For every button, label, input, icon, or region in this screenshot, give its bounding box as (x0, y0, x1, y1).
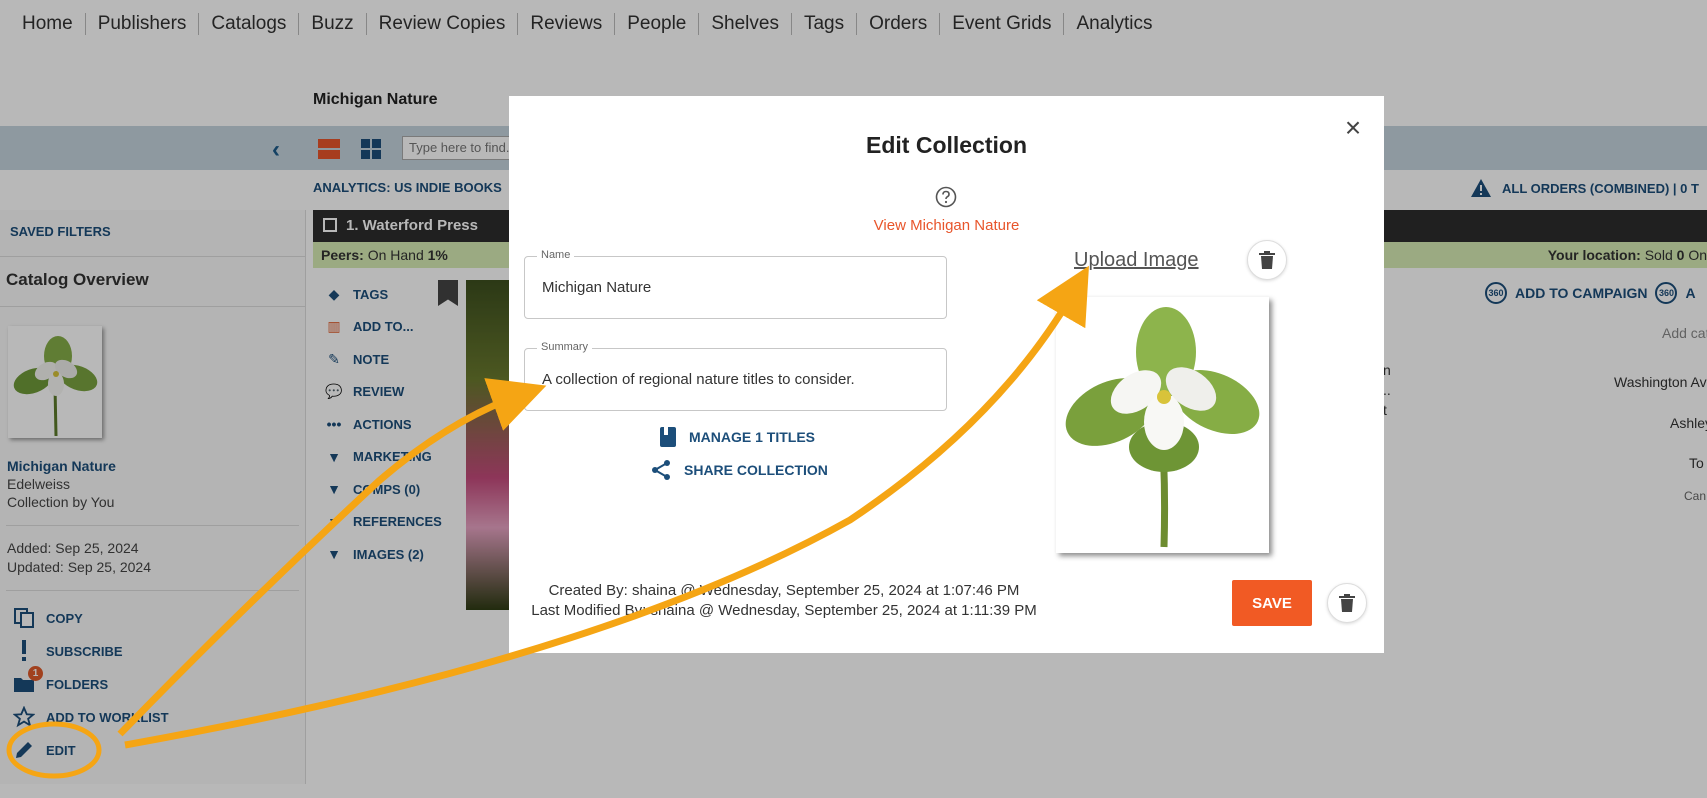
trash-icon (1339, 594, 1355, 612)
close-icon[interactable]: × (1341, 114, 1365, 142)
collection-image-preview (1056, 297, 1269, 553)
audit-info: Created By: shaina @ Wednesday, Septembe… (524, 581, 1044, 621)
manage-titles-button[interactable]: MANAGE 1 TITLES (659, 426, 815, 448)
delete-collection-button[interactable] (1327, 583, 1367, 623)
upload-image-link[interactable]: Upload Image (1074, 249, 1199, 272)
edit-collection-modal: Edit Collection × View Michigan Nature N… (509, 96, 1384, 653)
name-field-value: Michigan Nature (542, 279, 652, 296)
name-field[interactable]: Name Michigan Nature (524, 249, 947, 319)
manage-titles-label: MANAGE 1 TITLES (689, 429, 816, 445)
modified-by-text: Last Modified By: shaina @ Wednesday, Se… (531, 602, 1037, 619)
name-field-label: Name (537, 249, 575, 261)
trash-icon (1259, 251, 1275, 269)
summary-field[interactable]: Summary A collection of regional nature … (524, 341, 947, 411)
share-collection-button[interactable]: SHARE COLLECTION (650, 459, 828, 481)
trillium-flower-image (1065, 307, 1260, 548)
modal-title: Edit Collection (866, 132, 1027, 158)
book-icon (660, 427, 676, 447)
share-icon (652, 460, 670, 480)
summary-field-value: A collection of regional nature titles t… (542, 371, 855, 388)
view-collection-link[interactable]: View Michigan Nature (509, 217, 1384, 234)
save-button[interactable]: SAVE (1232, 580, 1312, 626)
summary-field-label: Summary (537, 341, 593, 353)
delete-image-button[interactable] (1247, 240, 1287, 280)
help-icon[interactable] (935, 186, 957, 208)
created-by-text: Created By: shaina @ Wednesday, Septembe… (548, 582, 1020, 599)
share-collection-label: SHARE COLLECTION (684, 462, 828, 478)
